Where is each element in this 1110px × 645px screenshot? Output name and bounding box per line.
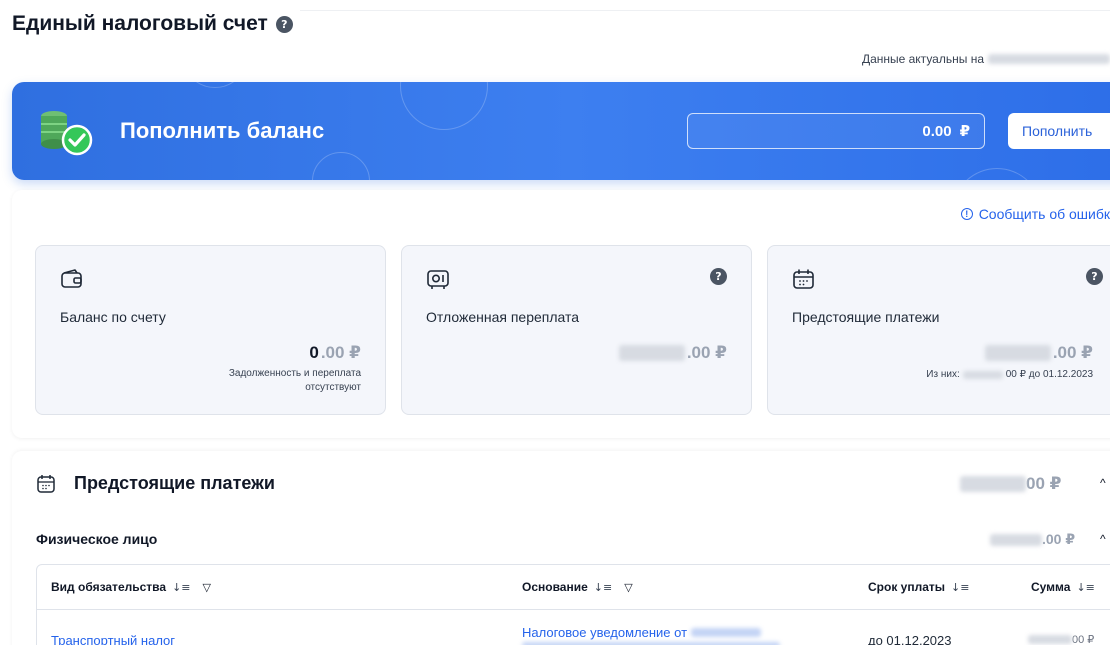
redacted-date	[988, 54, 1110, 64]
help-icon[interactable]: ?	[275, 15, 293, 33]
taxpayer-group-total-suffix: .00 ₽	[1042, 531, 1076, 547]
amount-suffix: 00 ₽	[1072, 634, 1095, 645]
topup-amount-value: 0.00	[922, 122, 952, 140]
upcoming-payments-value-rest: .00 ₽	[1052, 343, 1093, 362]
banner-title: Пополнить баланс	[120, 118, 325, 143]
safe-icon	[427, 270, 449, 289]
upcoming-payments-note: Из них: 00 ₽ до 01.12.2023	[926, 368, 1093, 382]
deferred-overpayment-label: Отложенная переплата	[426, 309, 580, 325]
redacted-amount	[1028, 635, 1072, 644]
balance-value-rest: .00 ₽	[320, 343, 361, 362]
balance-note: Задолженность и переплата отсутствуют	[228, 368, 361, 393]
deferred-overpayment-value: .00 ₽	[618, 343, 727, 363]
report-error-link[interactable]: ! Сообщить об ошибк	[960, 206, 1110, 222]
coins-check-icon	[41, 111, 93, 156]
due-date-cell: до 01.12.2023	[868, 633, 952, 645]
basis-cell[interactable]: Налоговое уведомление от	[522, 625, 762, 640]
section-total-suffix: 00 ₽	[1026, 474, 1062, 493]
column-header-due-date[interactable]: Срок уплаты ↓≡	[868, 580, 969, 594]
table-header-divider	[36, 609, 1110, 610]
help-icon[interactable]: ?	[1086, 268, 1103, 285]
filter-icon[interactable]: ▽	[624, 581, 632, 594]
sort-icon[interactable]: ↓≡	[594, 581, 612, 594]
calendar-icon	[793, 269, 814, 289]
balance-label: Баланс по счету	[60, 309, 166, 325]
header-divider	[300, 10, 1110, 11]
topup-banner: Пополнить баланс 0.00 ₽ Пополнить	[12, 82, 1110, 180]
ruble-coin-decoration	[400, 82, 488, 130]
sort-icon[interactable]: ↓≡	[172, 581, 190, 594]
basis-link[interactable]: Налоговое уведомление от	[522, 625, 687, 640]
column-header-label: Вид обязательства	[51, 580, 167, 594]
upcoming-payments-value: .00 ₽	[984, 343, 1093, 363]
redacted-amount	[960, 476, 1026, 492]
help-icon[interactable]: ?	[710, 268, 727, 285]
sort-icon[interactable]: ↓≡	[1076, 581, 1094, 594]
section-total: 00 ₽	[960, 474, 1061, 494]
page-title: Единый налоговый счет ?	[12, 12, 293, 36]
balance-value: 0 .00 ₽	[309, 343, 361, 363]
obligation-type-link[interactable]: Транспортный налог	[51, 633, 175, 645]
ruble-coin-decoration	[312, 152, 370, 180]
redacted-date	[691, 628, 762, 637]
currency-symbol: ₽	[959, 123, 970, 140]
taxpayer-group-total: .00 ₽	[990, 531, 1075, 548]
redacted-amount	[984, 345, 1051, 361]
column-header-obligation[interactable]: Вид обязательства ↓≡ ▽	[51, 580, 211, 594]
data-actual-date: Данные актуальны на	[862, 52, 1110, 66]
ruble-coin-decoration	[952, 168, 1042, 180]
column-header-basis[interactable]: Основание ↓≡ ▽	[522, 580, 633, 594]
topup-button[interactable]: Пополнить	[1008, 113, 1110, 149]
amount-cell: 00 ₽	[1028, 633, 1094, 645]
redacted-amount	[990, 533, 1042, 546]
filter-icon[interactable]: ▽	[203, 581, 211, 594]
topup-amount-input[interactable]: 0.00 ₽	[687, 113, 985, 149]
column-header-amount[interactable]: Сумма ↓≡	[1031, 580, 1095, 594]
column-header-label: Основание	[522, 580, 588, 594]
redacted-amount	[618, 345, 685, 361]
page-title-text: Единый налоговый счет	[12, 12, 268, 35]
redacted-amount	[962, 370, 1003, 379]
balance-card: Баланс по счету 0 .00 ₽ Задолженность и …	[35, 245, 386, 415]
section-title: Предстоящие платежи	[74, 473, 275, 493]
chevron-up-icon[interactable]: ^	[1100, 476, 1106, 490]
info-icon: !	[960, 208, 973, 220]
balance-value-main: 0	[309, 343, 319, 362]
deferred-overpayment-value-rest: .00 ₽	[686, 343, 727, 362]
column-header-label: Сумма	[1031, 580, 1071, 594]
ruble-coin-decoration	[182, 82, 248, 88]
upcoming-note-suffix: 00 ₽ до 01.12.2023	[1005, 369, 1093, 380]
calendar-icon	[37, 475, 55, 493]
upcoming-payments-label: Предстоящие платежи	[792, 309, 940, 325]
data-actual-label: Данные актуальны на	[861, 52, 984, 66]
deferred-overpayment-card: ? Отложенная переплата .00 ₽	[401, 245, 752, 415]
report-error-label: Сообщить об ошибк	[978, 206, 1110, 222]
sort-icon[interactable]: ↓≡	[951, 581, 969, 594]
chevron-up-icon[interactable]: ^	[1100, 532, 1106, 546]
wallet-icon	[61, 269, 82, 288]
upcoming-payments-card: ? Предстоящие платежи .00 ₽ Из них: 00 ₽…	[767, 245, 1110, 415]
column-header-label: Срок уплаты	[868, 580, 946, 594]
taxpayer-group-label: Физическое лицо	[36, 531, 158, 547]
upcoming-note-prefix: Из них:	[926, 369, 960, 380]
